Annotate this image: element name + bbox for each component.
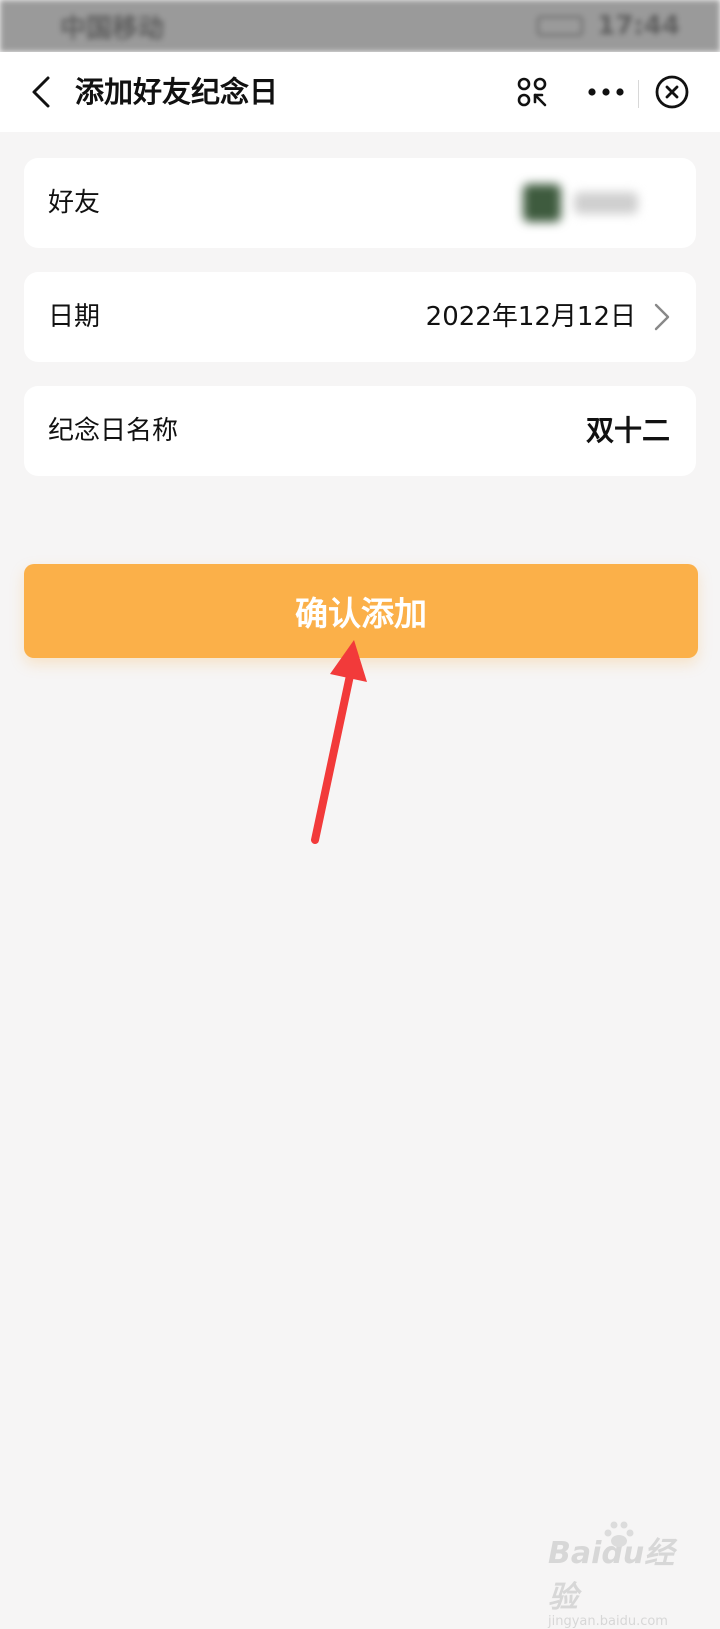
anniversary-name-value[interactable]: 双十二 [586, 386, 670, 476]
watermark: Baidu经验 jingyan.baidu.com [548, 1521, 698, 1629]
status-right: 17:44 [537, 11, 680, 41]
date-value: 2022年12月12日 [425, 302, 636, 332]
date-row[interactable]: 日期 2022年12月12日 [24, 272, 696, 362]
anniversary-name-row[interactable]: 纪念日名称 双十二 [24, 386, 696, 476]
back-icon[interactable] [22, 70, 66, 114]
close-icon[interactable] [654, 74, 690, 110]
date-label: 日期 [48, 302, 101, 332]
friend-avatar [523, 184, 561, 222]
friend-name-blurred [574, 192, 638, 214]
friend-row[interactable]: 好友 [24, 158, 696, 248]
chevron-right-icon [654, 303, 670, 331]
annotation-arrow-icon [311, 640, 367, 844]
battery-icon [537, 16, 584, 36]
status-bar: 中国移动 17:44 [0, 0, 720, 52]
status-time: 17:44 [597, 11, 680, 41]
anniversary-name-label: 纪念日名称 [48, 416, 179, 446]
scan-icon[interactable] [516, 76, 548, 108]
friend-label: 好友 [48, 188, 101, 218]
nav-bar: 添加好友纪念日 [0, 52, 720, 132]
nav-divider [638, 80, 639, 108]
carrier-text: 中国移动 [60, 13, 165, 44]
page-title: 添加好友纪念日 [75, 75, 279, 109]
more-icon[interactable] [586, 78, 626, 106]
paw-icon [604, 1521, 634, 1547]
watermark-url: jingyan.baidu.com [548, 1614, 668, 1629]
